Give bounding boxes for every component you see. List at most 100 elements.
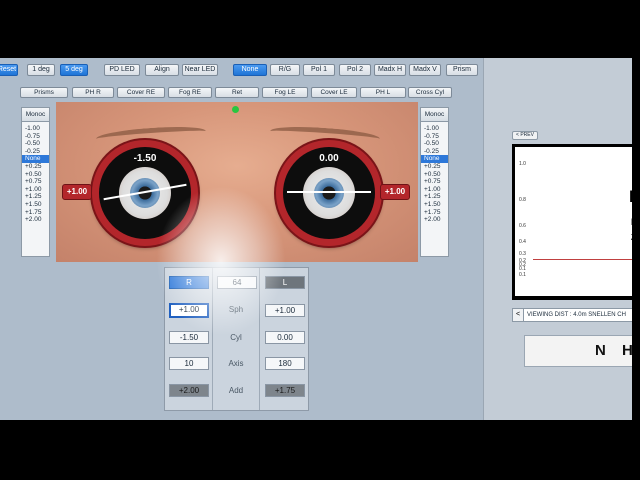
rx-right-axis[interactable]: 10 <box>169 357 209 370</box>
right-monoc-panel: Monoc -1.00 -0.75 -0.50 -0.25 None +0.25 +0.50… <box>420 107 449 257</box>
acuity-chart-canvas: 1.00.80.60.40.30.20.20.10.1 P R Z H <box>515 147 640 296</box>
acuity-tick-label: 0.3 <box>519 251 526 257</box>
toolbar-button-0[interactable]: Reset <box>0 64 18 76</box>
monoc-option[interactable]: +2.00 <box>22 216 49 224</box>
toolbar2-button-2[interactable]: Cover RE <box>117 87 165 98</box>
acuity-tick-label: 0.6 <box>519 223 526 229</box>
rx-right-sph[interactable]: +1.00 <box>169 303 209 318</box>
monoc-option[interactable]: +1.25 <box>421 193 448 201</box>
acuity-chart-panel: < PREV 1.00.80.60.40.30.20.20.10.1 P R Z… <box>483 58 640 420</box>
left-monoc-panel: Monoc -1.00 -0.75 -0.50 -0.25 None +0.25 +0.50… <box>21 107 50 257</box>
rx-panel: R +1.00 -1.50 10 +2.00 64 Sph Cyl Axis A… <box>164 267 309 411</box>
left-cyl-readout: 0.00 <box>319 153 339 164</box>
right-eye-image <box>119 167 171 219</box>
rx-left-column: L +1.00 0.00 180 +1.75 <box>261 268 309 410</box>
monoc-option[interactable]: -0.25 <box>421 148 448 156</box>
toolbar-button-11[interactable]: Madx V <box>409 64 441 76</box>
monoc-option[interactable]: +1.50 <box>22 201 49 209</box>
fixation-light <box>232 106 239 113</box>
acuity-tick-label: 0.8 <box>519 197 526 203</box>
toolbar2-button-5[interactable]: Fog LE <box>262 87 308 98</box>
left-axis-line <box>287 191 371 193</box>
monoc-option[interactable]: +2.00 <box>421 216 448 224</box>
rx-left-axis[interactable]: 180 <box>265 357 305 370</box>
monoc-option[interactable]: -0.50 <box>421 140 448 148</box>
rx-label-column: 64 Sph Cyl Axis Add <box>212 268 260 410</box>
toolbar-button-7[interactable]: R/G <box>270 64 300 76</box>
toolbar2-button-4[interactable]: Ret <box>215 87 259 98</box>
rx-label-add: Add <box>228 386 244 395</box>
rx-label-axis: Axis <box>228 359 244 368</box>
left-monoc-header[interactable]: Monoc <box>22 108 49 122</box>
rx-right-add[interactable]: +2.00 <box>169 384 209 397</box>
toolbar-button-2[interactable]: 5 deg <box>60 64 88 76</box>
monoc-option[interactable]: +0.25 <box>22 163 49 171</box>
monoc-option[interactable]: -1.00 <box>22 125 49 133</box>
window-edge <box>632 58 640 420</box>
toolbar2-button-6[interactable]: Cover LE <box>311 87 357 98</box>
prev-button[interactable]: < PREV <box>512 131 538 140</box>
toolbar-button-4[interactable]: Align <box>145 64 179 76</box>
monoc-option[interactable]: -1.00 <box>421 125 448 133</box>
patient-face-view: -1.50 +1.00 0.00 +1.00 <box>56 102 418 262</box>
monoc-option[interactable]: -0.25 <box>22 148 49 156</box>
right-sph-badge: +1.00 <box>62 184 92 200</box>
acuity-marker-line <box>533 259 633 260</box>
toolbar-button-12[interactable]: Prism <box>446 64 478 76</box>
monoc-option[interactable]: +1.75 <box>421 209 448 217</box>
toolbar-button-10[interactable]: Madx H <box>374 64 406 76</box>
toolbar-button-5[interactable]: Near LED <box>182 64 218 76</box>
monoc-option[interactable]: +0.75 <box>421 178 448 186</box>
acuity-chart: 1.00.80.60.40.30.20.20.10.1 P R Z H <box>512 144 640 300</box>
toolbar-button-6[interactable]: None <box>233 64 267 76</box>
right-monoc-header[interactable]: Monoc <box>421 108 448 122</box>
rx-right-cyl[interactable]: -1.50 <box>169 331 209 344</box>
acuity-tick-label: 0.1 <box>519 272 526 278</box>
rx-left-cyl[interactable]: 0.00 <box>265 331 305 344</box>
monoc-option[interactable]: -0.75 <box>22 133 49 141</box>
monoc-option[interactable]: None <box>22 155 49 163</box>
monoc-option[interactable]: +1.25 <box>22 193 49 201</box>
monoc-option[interactable]: +1.50 <box>421 201 448 209</box>
monoc-option[interactable]: +1.00 <box>22 186 49 194</box>
monoc-option[interactable]: +0.50 <box>22 171 49 179</box>
rx-label-sph: Sph <box>228 305 244 314</box>
rx-pd-field[interactable]: 64 <box>217 276 257 289</box>
toolbar-button-9[interactable]: Pol 2 <box>339 64 371 76</box>
left-eye-image <box>303 167 355 219</box>
phoropter-app: Reset1 deg5 degPD LEDAlignNear LEDNoneR/… <box>0 58 640 420</box>
acuity-tick-label: 0.4 <box>519 239 526 245</box>
right-cyl-readout: -1.50 <box>133 153 157 164</box>
right-monoc-list: -1.00 -0.75 -0.50 -0.25 None +0.25 +0.50 +0.75 +… <box>421 122 448 224</box>
toolbar2-button-8[interactable]: Cross Cyl <box>408 87 452 98</box>
toolbar-button-3[interactable]: PD LED <box>104 64 140 76</box>
toolbar2-button-1[interactable]: PH R <box>72 87 114 98</box>
toolbar2-button-0[interactable]: Prisms <box>20 87 68 98</box>
left-sph-badge: +1.00 <box>380 184 410 200</box>
toolbar-button-8[interactable]: Pol 1 <box>303 64 335 76</box>
monoc-option[interactable]: +0.25 <box>421 163 448 171</box>
rx-right-header[interactable]: R <box>169 276 209 289</box>
left-trial-lens[interactable]: 0.00 +1.00 <box>276 140 410 246</box>
left-monoc-list: -1.00 -0.75 -0.50 -0.25 None +0.25 +0.50 +0.75 +… <box>22 122 49 224</box>
monoc-option[interactable]: None <box>421 155 448 163</box>
monoc-option[interactable]: +1.75 <box>22 209 49 217</box>
rx-label-cyl: Cyl <box>230 333 242 342</box>
monoc-option[interactable]: +1.00 <box>421 186 448 194</box>
viewing-back-button[interactable]: < <box>512 308 524 322</box>
rx-left-header[interactable]: L <box>265 276 305 289</box>
viewing-distance-label: VIEWING DIST : 4.0m SNELLEN CH <box>512 308 640 322</box>
toolbar2-button-7[interactable]: PH L <box>360 87 406 98</box>
monoc-option[interactable]: -0.75 <box>421 133 448 141</box>
monoc-option[interactable]: +0.75 <box>22 178 49 186</box>
right-trial-lens[interactable]: -1.50 +1.00 <box>62 140 198 246</box>
monoc-option[interactable]: -0.50 <box>22 140 49 148</box>
monoc-option[interactable]: +0.50 <box>421 171 448 179</box>
toolbar-button-1[interactable]: 1 deg <box>27 64 55 76</box>
rx-right-column: R +1.00 -1.50 10 +2.00 <box>165 268 212 410</box>
toolbar2-button-3[interactable]: Fog RE <box>168 87 212 98</box>
rx-left-add[interactable]: +1.75 <box>265 384 305 397</box>
rx-left-sph[interactable]: +1.00 <box>265 304 305 317</box>
acuity-tick-label: 1.0 <box>519 161 526 167</box>
near-letters-display: N H <box>524 335 640 367</box>
